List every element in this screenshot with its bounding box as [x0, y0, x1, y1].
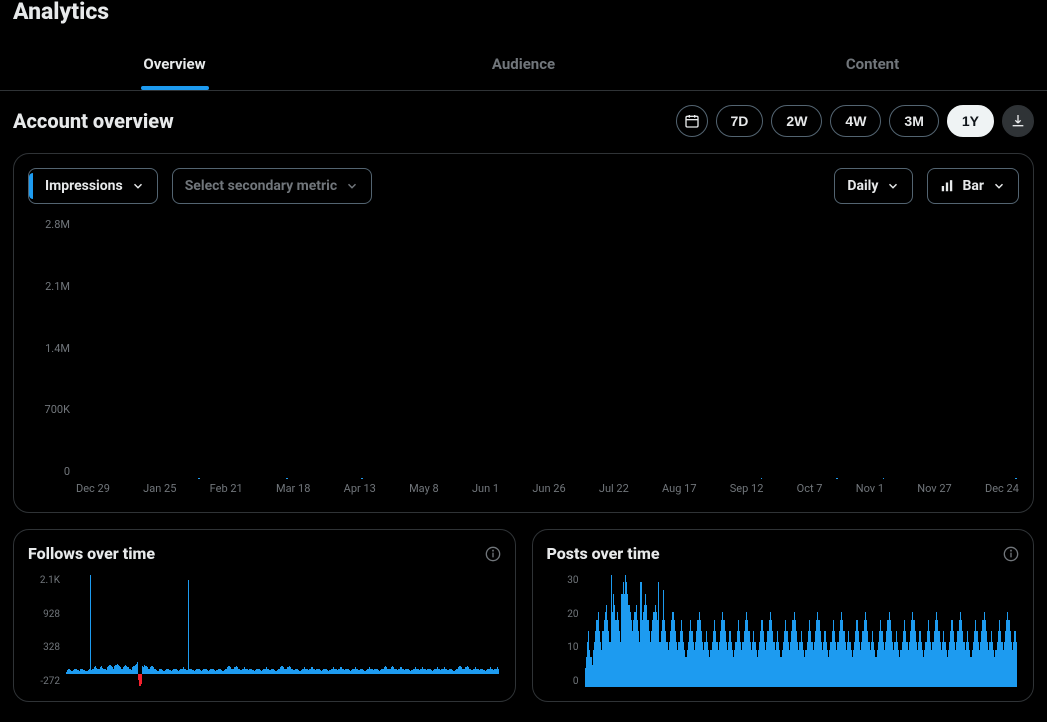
tabs: Overview Audience Content [0, 38, 1047, 91]
main-x-axis: Dec 29Jan 25Feb 21Mar 18Apr 13May 8Jun 1… [76, 482, 1019, 498]
download-icon [1010, 113, 1026, 129]
chevron-down-icon [886, 179, 900, 193]
calendar-icon [684, 113, 700, 129]
chart-type-label: Bar [962, 178, 984, 194]
range-2w[interactable]: 2W [771, 105, 822, 137]
range-7d[interactable]: 7D [716, 105, 764, 137]
range-1y[interactable]: 1Y [947, 105, 994, 137]
chart-controls: Impressions Select secondary metric Dail… [28, 168, 1019, 204]
chevron-down-icon [131, 179, 145, 193]
posts-chart-area[interactable] [585, 575, 1020, 687]
section-title: Account overview [13, 109, 174, 133]
secondary-metric-label: Select secondary metric [185, 178, 337, 194]
posts-chart: 3020100 [547, 575, 1020, 687]
account-overview-header: Account overview 7D 2W 4W 3M 1Y [0, 91, 1047, 137]
tab-overview[interactable]: Overview [0, 38, 349, 90]
posts-title: Posts over time [547, 544, 660, 563]
chart-type-dropdown[interactable]: Bar [927, 168, 1019, 204]
main-chart: 2.8M2.1M1.4M700K0 Dec 29Jan 25Feb 21Mar … [28, 218, 1019, 498]
range-3m[interactable]: 3M [889, 105, 938, 137]
tab-content[interactable]: Content [698, 38, 1047, 90]
tab-audience[interactable]: Audience [349, 38, 698, 90]
chevron-down-icon [992, 179, 1006, 193]
primary-metric-label: Impressions [45, 178, 123, 194]
bar-chart-icon [940, 179, 954, 193]
granularity-label: Daily [847, 178, 878, 194]
secondary-metric-dropdown[interactable]: Select secondary metric [172, 168, 372, 204]
small-charts-row: Follows over time 2.1K928328-272 Posts o… [13, 529, 1034, 702]
granularity-dropdown[interactable]: Daily [834, 168, 913, 204]
range-controls: 7D 2W 4W 3M 1Y [676, 105, 1034, 137]
calendar-button[interactable] [676, 105, 708, 137]
main-y-axis: 2.8M2.1M1.4M700K0 [28, 218, 70, 478]
download-button[interactable] [1002, 105, 1034, 137]
follows-y-axis: 2.1K928328-272 [28, 575, 60, 687]
main-chart-area[interactable] [76, 218, 1019, 478]
primary-metric-dropdown[interactable]: Impressions [28, 168, 158, 204]
posts-card: Posts over time 3020100 [532, 529, 1035, 702]
follows-chart: 2.1K928328-272 [28, 575, 501, 687]
main-chart-card: Impressions Select secondary metric Dail… [13, 153, 1034, 513]
follows-title: Follows over time [28, 544, 155, 563]
page-title: Analytics [0, 0, 1047, 24]
range-4w[interactable]: 4W [830, 105, 881, 137]
posts-y-axis: 3020100 [547, 575, 579, 687]
info-icon[interactable] [1003, 546, 1019, 562]
info-icon[interactable] [485, 546, 501, 562]
follows-card: Follows over time 2.1K928328-272 [13, 529, 516, 702]
chevron-down-icon [345, 179, 359, 193]
follows-chart-area[interactable] [66, 575, 501, 687]
